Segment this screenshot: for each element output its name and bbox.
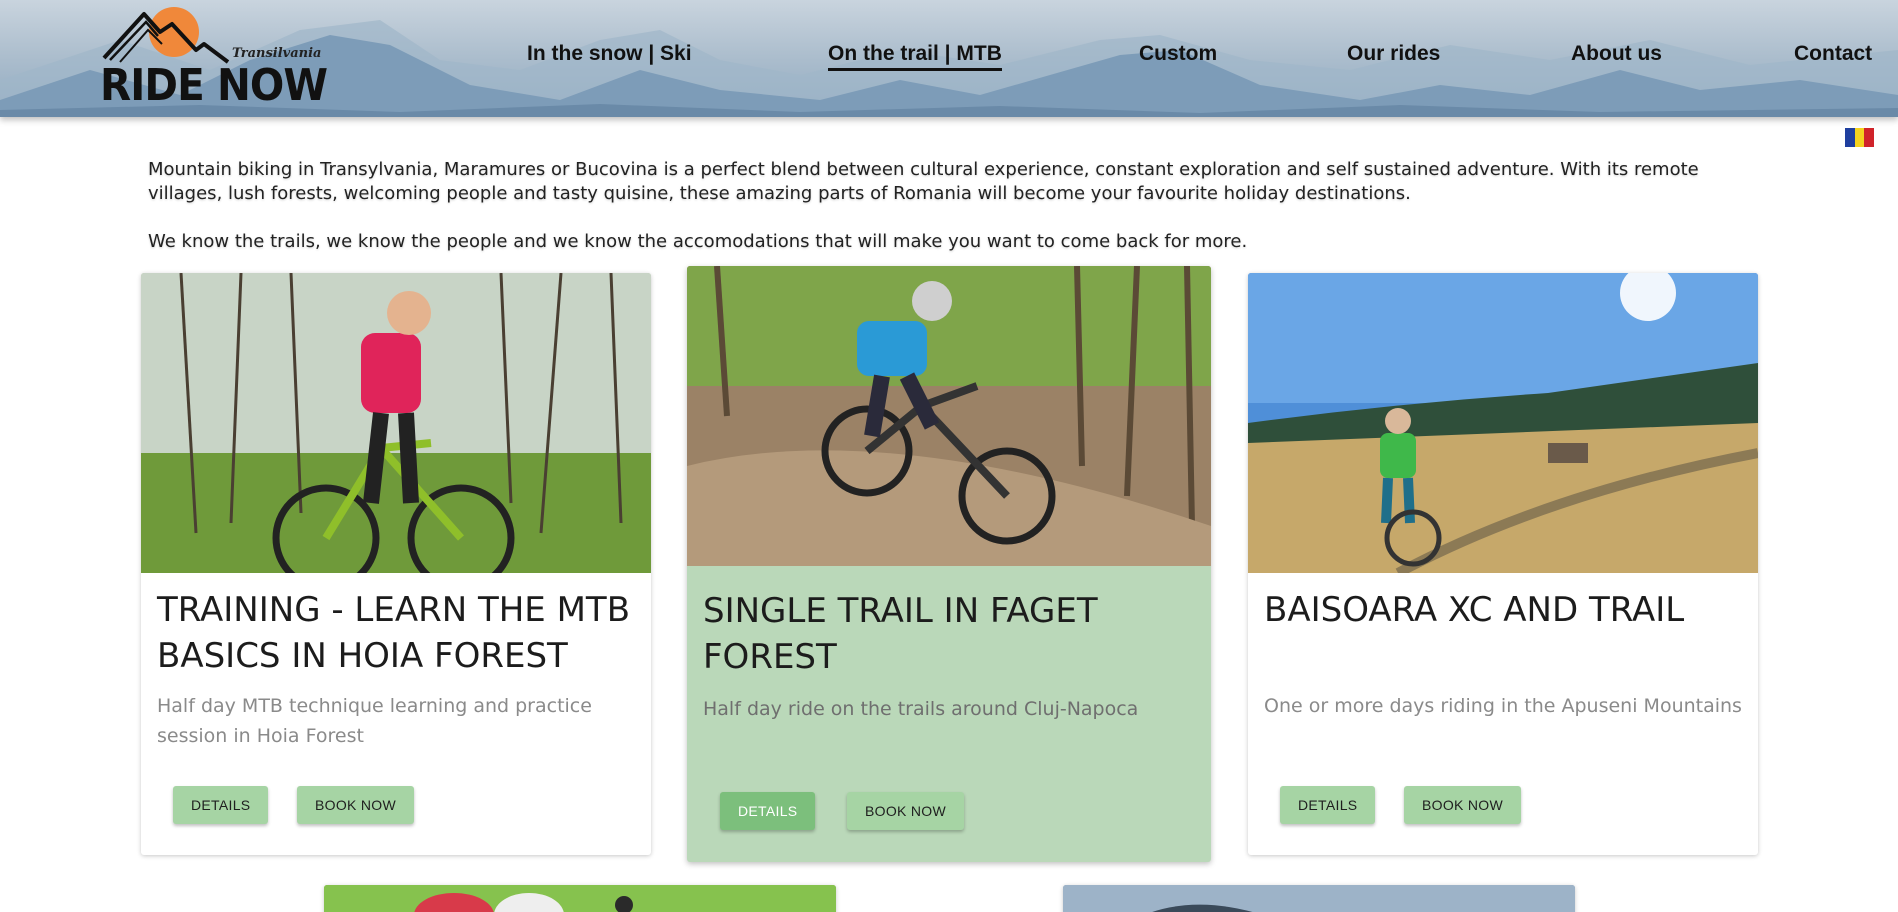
card-description: One or more days riding in the Apuseni M… (1264, 695, 1742, 717)
ride-photo-baisoara (1248, 273, 1758, 573)
nav-item-mtb[interactable]: On the trail | MTB (828, 42, 1002, 71)
nav-item-our-rides[interactable]: Our rides (1347, 42, 1440, 66)
flag-blue-stripe (1845, 128, 1855, 147)
logo-brand-text: RIDE NOW (100, 60, 328, 111)
ride-card-faget: SINGLE TRAIL IN FAGET FOREST Half day ri… (687, 266, 1211, 862)
ride-photo-training (141, 273, 651, 573)
romania-flag-icon[interactable] (1845, 128, 1875, 147)
ride-photo-faget (687, 266, 1211, 566)
ride-card-baisoara: BAISOARA XC AND TRAIL One or more days r… (1248, 273, 1758, 855)
ride-card-partial (324, 885, 836, 912)
card-description: Half day ride on the trails around Cluj-… (703, 698, 1139, 720)
card-description: Half day MTB technique learning and prac… (157, 695, 592, 747)
nav-item-contact[interactable]: Contact (1794, 42, 1872, 66)
book-now-button[interactable]: BOOK NOW (847, 792, 964, 830)
nav-item-ski[interactable]: In the snow | Ski (527, 42, 692, 66)
intro-paragraph: We know the trails, we know the people a… (148, 231, 1248, 252)
book-now-button[interactable]: BOOK NOW (1404, 786, 1521, 824)
intro-text: Mountain biking in Transylvania, Maramur… (148, 158, 1758, 254)
flag-yellow-stripe (1854, 128, 1865, 147)
nav-item-custom[interactable]: Custom (1139, 42, 1217, 66)
intro-paragraph: Mountain biking in Transylvania, Maramur… (148, 159, 1699, 204)
card-title: SINGLE TRAIL IN FAGET FOREST (703, 591, 1098, 677)
details-button[interactable]: DETAILS (173, 786, 269, 824)
card-title: BAISOARA XC AND TRAIL (1264, 590, 1685, 630)
site-header: Transilvania RIDE NOW In the snow | Ski … (0, 0, 1898, 117)
ride-now-logo[interactable]: Transilvania RIDE NOW (100, 4, 328, 112)
ride-card-partial (1063, 885, 1575, 912)
card-title: TRAINING - LEARN THE MTB BASICS IN HOIA … (157, 590, 631, 676)
sun-icon (149, 7, 199, 57)
ride-card-training: TRAINING - LEARN THE MTB BASICS IN HOIA … (141, 273, 651, 855)
ride-photo-partial (324, 885, 836, 912)
details-button[interactable]: DETAILS (1280, 786, 1376, 824)
nav-item-about-us[interactable]: About us (1571, 42, 1662, 66)
logo-region-text: Transilvania (232, 46, 322, 61)
details-button[interactable]: DETAILS (720, 792, 816, 830)
ride-photo-partial (1063, 885, 1575, 912)
book-now-button[interactable]: BOOK NOW (297, 786, 414, 824)
flag-red-stripe (1864, 128, 1875, 147)
